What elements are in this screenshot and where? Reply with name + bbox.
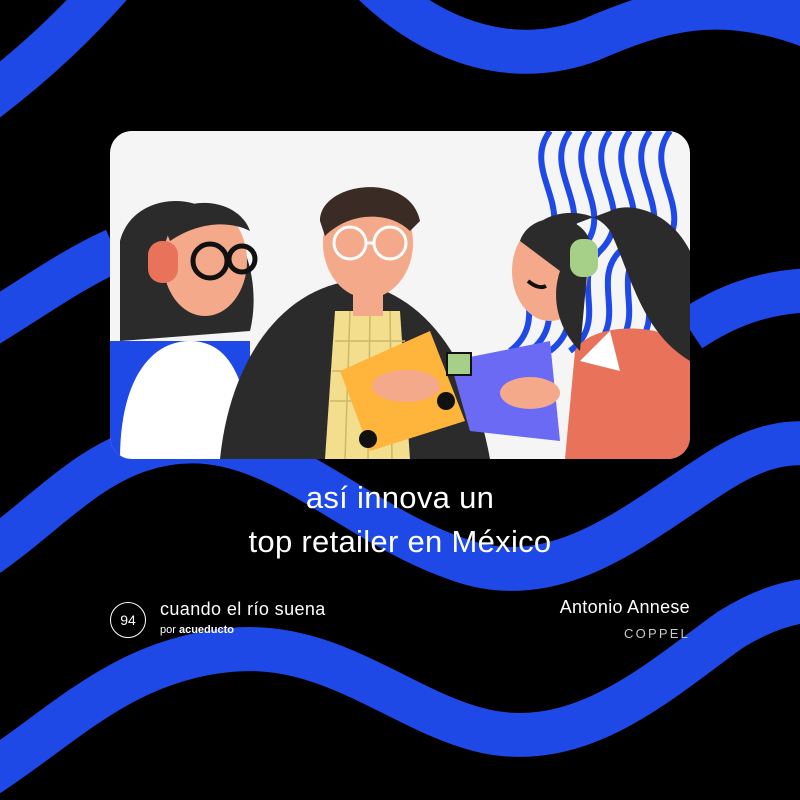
podcast-byline: por acueducto — [160, 624, 234, 636]
episode-number: 94 — [120, 612, 136, 628]
guest-company: COPPEL — [624, 626, 690, 641]
headline-line-2: top retailer en México — [248, 524, 552, 559]
podcast-cover: así innova un top retailer en México 94 … — [0, 0, 800, 800]
byline-prefix: por — [160, 624, 176, 636]
headphones-icon — [570, 239, 598, 277]
guest-name: Antonio Annese — [559, 597, 690, 617]
wave-left — [0, 229, 125, 344]
wave-top-left — [0, 0, 127, 118]
wave-right — [677, 268, 800, 349]
byline-brand: acueducto — [178, 624, 234, 636]
wave-top — [359, 0, 800, 74]
podcast-illustration — [110, 131, 690, 459]
podcast-name: cuando el río suena — [160, 599, 326, 619]
headline-line-1: así innova un — [305, 480, 495, 515]
headphones-icon — [148, 241, 178, 283]
episode-badge: 94 — [110, 602, 146, 638]
